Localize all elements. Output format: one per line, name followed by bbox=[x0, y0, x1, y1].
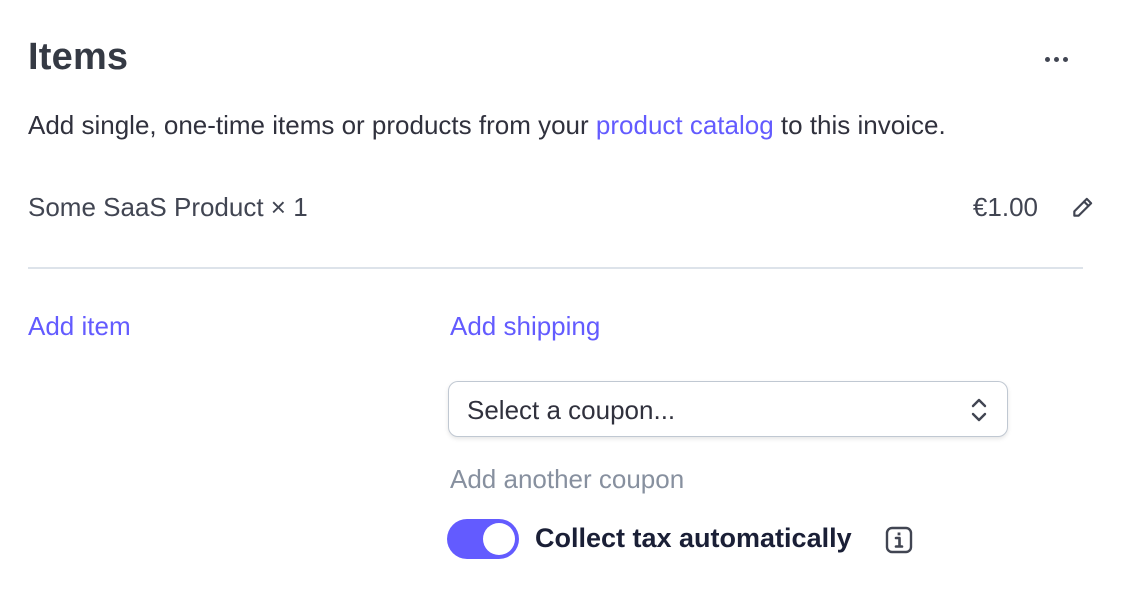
more-options-button[interactable] bbox=[1036, 44, 1076, 74]
line-item-price: €1.00 bbox=[972, 192, 1038, 222]
coupon-select[interactable]: Select a coupon... bbox=[448, 381, 1008, 437]
product-catalog-link[interactable]: product catalog bbox=[596, 110, 774, 140]
add-shipping-link[interactable]: Add shipping bbox=[450, 311, 600, 342]
more-horizontal-icon bbox=[1044, 56, 1050, 62]
collect-tax-label: Collect tax automatically bbox=[535, 523, 852, 553]
collect-tax-toggle[interactable] bbox=[447, 519, 519, 559]
divider bbox=[28, 267, 1083, 269]
coupon-select-value: Select a coupon... bbox=[467, 395, 676, 425]
info-icon[interactable] bbox=[885, 526, 913, 554]
chevron-up-down-icon bbox=[969, 396, 989, 424]
line-item-name: Some SaaS Product × 1 bbox=[28, 192, 308, 222]
toggle-knob bbox=[483, 523, 515, 555]
add-item-link[interactable]: Add item bbox=[28, 311, 131, 342]
description-text-end: to this invoice. bbox=[773, 110, 946, 140]
pencil-icon[interactable] bbox=[1070, 194, 1096, 220]
page-title: Items bbox=[28, 36, 129, 78]
add-another-coupon-link[interactable]: Add another coupon bbox=[450, 464, 684, 495]
description-text: Add single, one-time items or products f… bbox=[28, 110, 596, 140]
more-dot bbox=[1062, 56, 1068, 62]
more-dot bbox=[1053, 56, 1059, 62]
items-description: Add single, one-time items or products f… bbox=[28, 110, 946, 141]
